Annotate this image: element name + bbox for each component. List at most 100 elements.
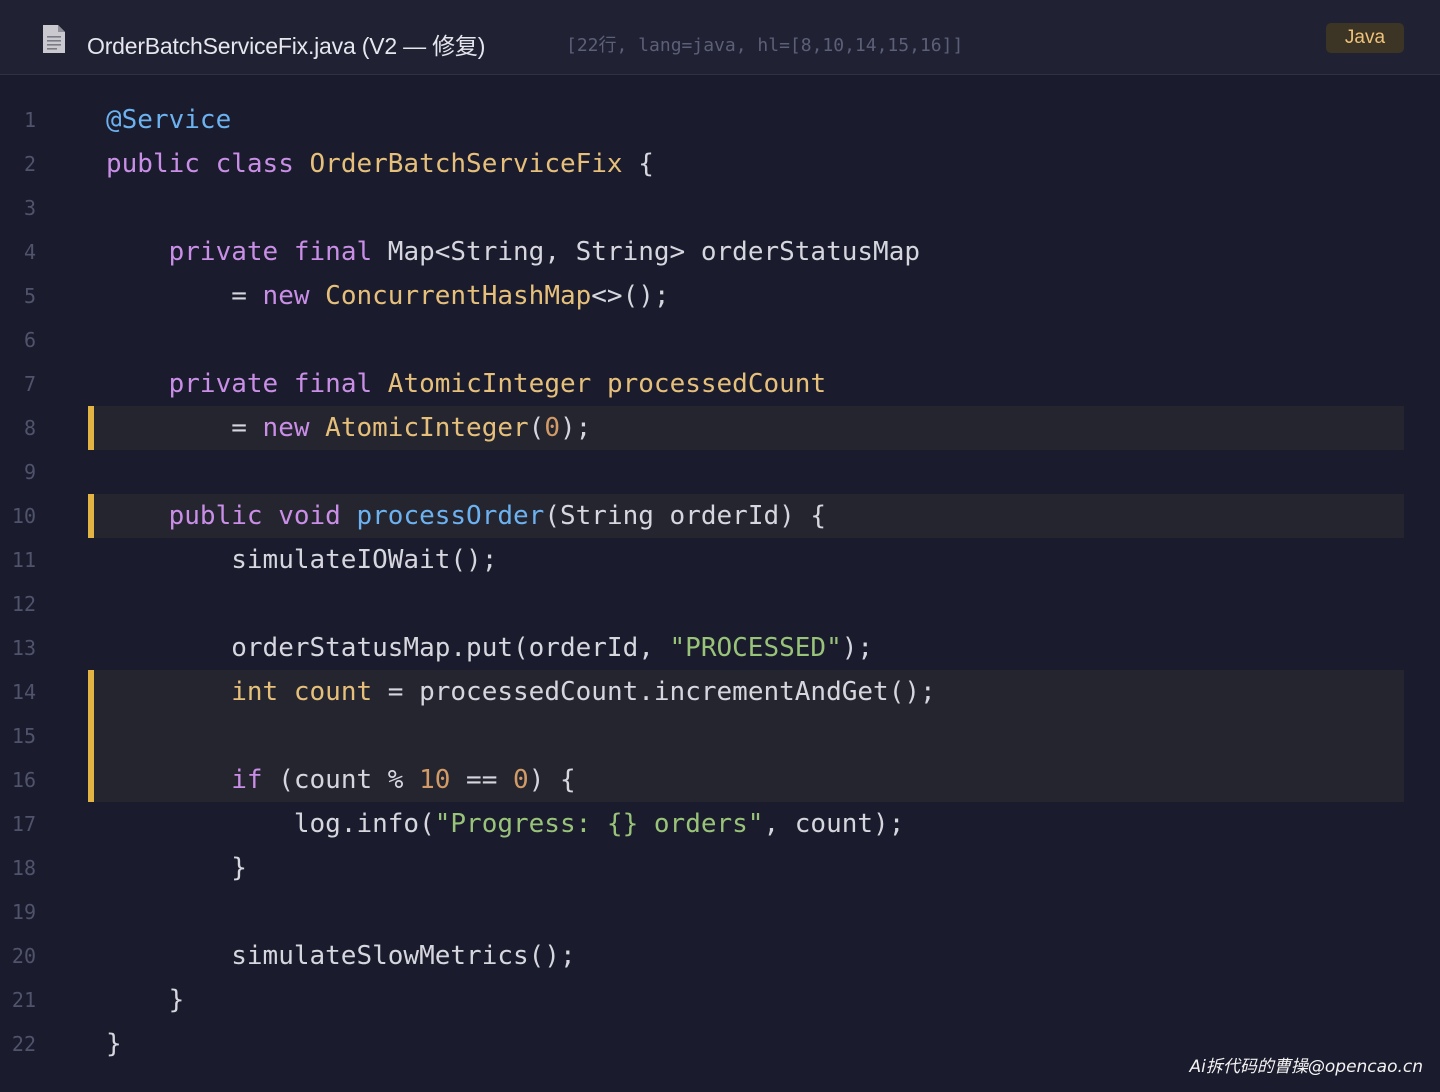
code-line: 2 public class OrderBatchServiceFix { bbox=[0, 142, 1440, 186]
code-line: 20 simulateSlowMetrics(); bbox=[0, 934, 1440, 978]
code-text: public class OrderBatchServiceFix { bbox=[106, 142, 654, 186]
line-number: 2 bbox=[23, 152, 36, 176]
line-number: 9 bbox=[23, 460, 36, 484]
code-token: (String orderId) { bbox=[544, 501, 827, 531]
code-token: } bbox=[168, 985, 185, 1015]
code-token: = processedCount.incrementAndGet(); bbox=[372, 677, 936, 707]
code-token: "Progress: {} orders" bbox=[434, 809, 764, 839]
code-text: log.info("Progress: {} orders", count); bbox=[106, 802, 905, 846]
line-number: 10 bbox=[11, 504, 36, 528]
code-line: 17 log.info("Progress: {} orders", count… bbox=[0, 802, 1440, 846]
code-token: @Service bbox=[106, 105, 232, 135]
code-line: 12 bbox=[0, 582, 1440, 626]
code-token: OrderBatchServiceFix bbox=[309, 149, 623, 179]
code-token: public bbox=[106, 149, 200, 179]
code-text: @Service bbox=[106, 98, 231, 142]
code-line: 10 public void processOrder(String order… bbox=[0, 494, 1440, 538]
line-number: 21 bbox=[11, 988, 36, 1012]
line-number: 6 bbox=[23, 328, 36, 352]
code-line: 21 } bbox=[0, 978, 1440, 1022]
code-token: ); bbox=[559, 413, 592, 443]
code-text: = new ConcurrentHashMap<>(); bbox=[106, 274, 670, 318]
file-title: OrderBatchServiceFix.java (V2 — 修复) bbox=[87, 33, 486, 59]
code-line: 5 = new ConcurrentHashMap<>(); bbox=[0, 274, 1440, 318]
code-token: void bbox=[278, 501, 341, 531]
code-token: public bbox=[168, 501, 263, 531]
line-number: 19 bbox=[11, 900, 36, 924]
code-token: , count); bbox=[763, 809, 905, 839]
code-token: = bbox=[231, 281, 263, 311]
code-token: ); bbox=[841, 633, 874, 663]
code-text: if (count % 10 == 0) { bbox=[106, 758, 575, 802]
code-token: processOrder bbox=[356, 501, 545, 531]
line-number: 17 bbox=[11, 812, 36, 836]
code-text: simulateSlowMetrics(); bbox=[106, 934, 576, 978]
code-token: <>(); bbox=[591, 281, 670, 311]
code-line: 7 private final AtomicInteger processedC… bbox=[0, 362, 1440, 406]
watermark: Ai拆代码的曹操@opencao.cn bbox=[1189, 1057, 1423, 1077]
file-meta-info: [22行, lang=java, hl=[8,10,14,15,16]] bbox=[566, 35, 964, 56]
code-token: "PROCESSED" bbox=[669, 633, 842, 663]
code-line: 16 if (count % 10 == 0) { bbox=[0, 758, 1440, 802]
code-block: 1 @Service 2 public class OrderBatchService… bbox=[0, 98, 1440, 1066]
code-token: == bbox=[450, 765, 514, 795]
code-text: } bbox=[106, 1022, 122, 1066]
code-token: new bbox=[262, 281, 310, 311]
code-token: 10 bbox=[419, 765, 451, 795]
code-token: new bbox=[262, 413, 310, 443]
code-text: public void processOrder(String orderId)… bbox=[106, 494, 826, 538]
code-token: AtomicInteger bbox=[325, 413, 529, 443]
code-token: final bbox=[293, 369, 373, 399]
code-line: 8 = new AtomicInteger(0); bbox=[0, 406, 1440, 450]
code-text: } bbox=[106, 846, 247, 890]
code-text: simulateIOWait(); bbox=[106, 538, 497, 582]
code-token: orderStatusMap.put(orderId, bbox=[231, 633, 670, 663]
code-token: = bbox=[231, 413, 263, 443]
code-token: ConcurrentHashMap bbox=[325, 281, 592, 311]
line-number: 15 bbox=[11, 724, 36, 748]
line-number: 8 bbox=[23, 416, 36, 440]
line-number: 13 bbox=[11, 636, 36, 660]
code-line: 6 bbox=[0, 318, 1440, 362]
code-token: 0 bbox=[513, 765, 529, 795]
line-number: 5 bbox=[23, 284, 36, 308]
line-number: 14 bbox=[11, 680, 36, 704]
code-text: private final Map<String, String> orderS… bbox=[106, 230, 920, 274]
line-number: 18 bbox=[11, 856, 36, 880]
code-line: 9 bbox=[0, 450, 1440, 494]
line-number: 12 bbox=[11, 592, 36, 616]
code-token: private bbox=[168, 369, 279, 399]
file-document-icon bbox=[43, 25, 65, 53]
language-badge: Java bbox=[1326, 23, 1404, 53]
code-token: ( bbox=[528, 413, 545, 443]
code-text: orderStatusMap.put(orderId, "PROCESSED")… bbox=[106, 626, 873, 670]
line-number: 22 bbox=[11, 1032, 36, 1056]
code-token: } bbox=[106, 1029, 122, 1059]
code-token: simulateSlowMetrics(); bbox=[231, 941, 576, 971]
code-token: class bbox=[215, 149, 294, 179]
line-number: 3 bbox=[23, 196, 36, 220]
line-number: 16 bbox=[11, 768, 36, 792]
code-token: (count % bbox=[262, 765, 420, 795]
code-token: } bbox=[231, 853, 247, 883]
code-token: int bbox=[231, 677, 279, 707]
code-token: log.info( bbox=[293, 809, 435, 839]
